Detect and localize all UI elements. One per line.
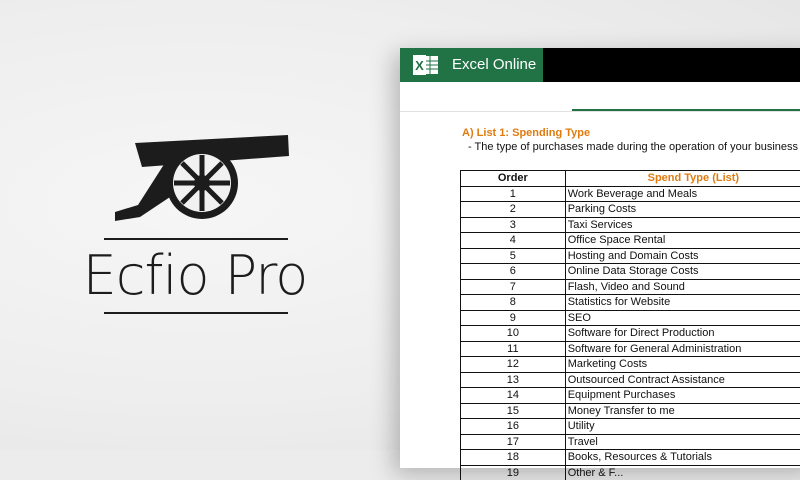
table-row: 14Equipment Purchases — [461, 388, 800, 404]
table-row: 3Taxi Services — [461, 217, 800, 233]
cell-order[interactable]: 18 — [461, 450, 566, 466]
list-title: A) List 1: Spending Type — [462, 127, 590, 139]
cell-order[interactable]: 7 — [461, 279, 566, 295]
spend-type-table: Order Spend Type (List) 1Work Beverage a… — [460, 170, 800, 480]
cell-order[interactable]: 10 — [461, 326, 566, 342]
cell-spend-type[interactable]: Hosting and Domain Costs — [565, 248, 800, 264]
table-row: 8Statistics for Website — [461, 295, 800, 311]
logo-text: Ecfio Pro — [80, 241, 310, 311]
table-row: 10Software for Direct Production — [461, 326, 800, 342]
cell-order[interactable]: 11 — [461, 341, 566, 357]
cell-spend-type[interactable]: Marketing Costs — [565, 357, 800, 373]
cell-order[interactable]: 17 — [461, 434, 566, 450]
cell-order[interactable]: 14 — [461, 388, 566, 404]
cell-spend-type[interactable]: Flash, Video and Sound — [565, 279, 800, 295]
ribbon — [400, 82, 800, 110]
table-row: 5Hosting and Domain Costs — [461, 248, 800, 264]
cell-order[interactable]: 8 — [461, 295, 566, 311]
cell-spend-type[interactable]: Software for Direct Production — [565, 326, 800, 342]
title-bar: X Excel Online — [400, 48, 800, 82]
table-row: 16Utility — [461, 419, 800, 435]
table-header-row: Order Spend Type (List) — [461, 171, 800, 187]
logo-rule-top — [104, 238, 288, 240]
table-row: 19Other & F... — [461, 465, 800, 480]
cell-order[interactable]: 6 — [461, 264, 566, 280]
cell-spend-type[interactable]: Money Transfer to me — [565, 403, 800, 419]
table-row: 15Money Transfer to me — [461, 403, 800, 419]
table-row: 2Parking Costs — [461, 202, 800, 218]
cell-order[interactable]: 5 — [461, 248, 566, 264]
table-row: 4Office Space Rental — [461, 233, 800, 249]
cell-spend-type[interactable]: Online Data Storage Costs — [565, 264, 800, 280]
table-row: 18Books, Resources & Tutorials — [461, 450, 800, 466]
cell-order[interactable]: 2 — [461, 202, 566, 218]
cell-order[interactable]: 12 — [461, 357, 566, 373]
table-row: 9SEO — [461, 310, 800, 326]
logo-rule-bottom — [104, 312, 288, 314]
header-spend-type[interactable]: Spend Type (List) — [565, 171, 800, 187]
cell-spend-type[interactable]: Work Beverage and Meals — [565, 186, 800, 202]
app-name: Excel Online — [452, 48, 536, 82]
cell-spend-type[interactable]: Books, Resources & Tutorials — [565, 450, 800, 466]
table-row: 6Online Data Storage Costs — [461, 264, 800, 280]
table-row: 17Travel — [461, 434, 800, 450]
svg-text:X: X — [415, 58, 424, 73]
excel-icon: X — [413, 55, 439, 75]
cell-spend-type[interactable]: Taxi Services — [565, 217, 800, 233]
cell-order[interactable]: 4 — [461, 233, 566, 249]
cell-spend-type[interactable]: Equipment Purchases — [565, 388, 800, 404]
cell-order[interactable]: 13 — [461, 372, 566, 388]
app-brand[interactable]: X Excel Online — [400, 48, 543, 82]
cell-spend-type[interactable]: Outsourced Contract Assistance — [565, 372, 800, 388]
cell-order[interactable]: 16 — [461, 419, 566, 435]
table-row: 7Flash, Video and Sound — [461, 279, 800, 295]
table-row: 1Work Beverage and Meals — [461, 186, 800, 202]
cell-spend-type[interactable]: Statistics for Website — [565, 295, 800, 311]
cell-order[interactable]: 3 — [461, 217, 566, 233]
cell-spend-type[interactable]: Utility — [565, 419, 800, 435]
cell-spend-type[interactable]: Travel — [565, 434, 800, 450]
table-row: 13Outsourced Contract Assistance — [461, 372, 800, 388]
cell-spend-type[interactable]: Software for General Administration — [565, 341, 800, 357]
sheet-divider — [400, 111, 800, 112]
cell-spend-type[interactable]: Parking Costs — [565, 202, 800, 218]
cell-order[interactable]: 9 — [461, 310, 566, 326]
cell-spend-type[interactable]: SEO — [565, 310, 800, 326]
cell-order[interactable]: 19 — [461, 465, 566, 480]
list-description: - The type of purchases made during the … — [468, 141, 798, 153]
table-row: 11Software for General Administration — [461, 341, 800, 357]
ecfio-pro-logo: Ecfio Pro — [80, 125, 310, 325]
cell-spend-type[interactable]: Other & F... — [565, 465, 800, 480]
header-order[interactable]: Order — [461, 171, 566, 187]
cell-spend-type[interactable]: Office Space Rental — [565, 233, 800, 249]
table-row: 12Marketing Costs — [461, 357, 800, 373]
cell-order[interactable]: 15 — [461, 403, 566, 419]
excel-window: X Excel Online A) List 1: Spending Type … — [400, 48, 800, 468]
cannon-icon — [80, 125, 310, 235]
cell-order[interactable]: 1 — [461, 186, 566, 202]
